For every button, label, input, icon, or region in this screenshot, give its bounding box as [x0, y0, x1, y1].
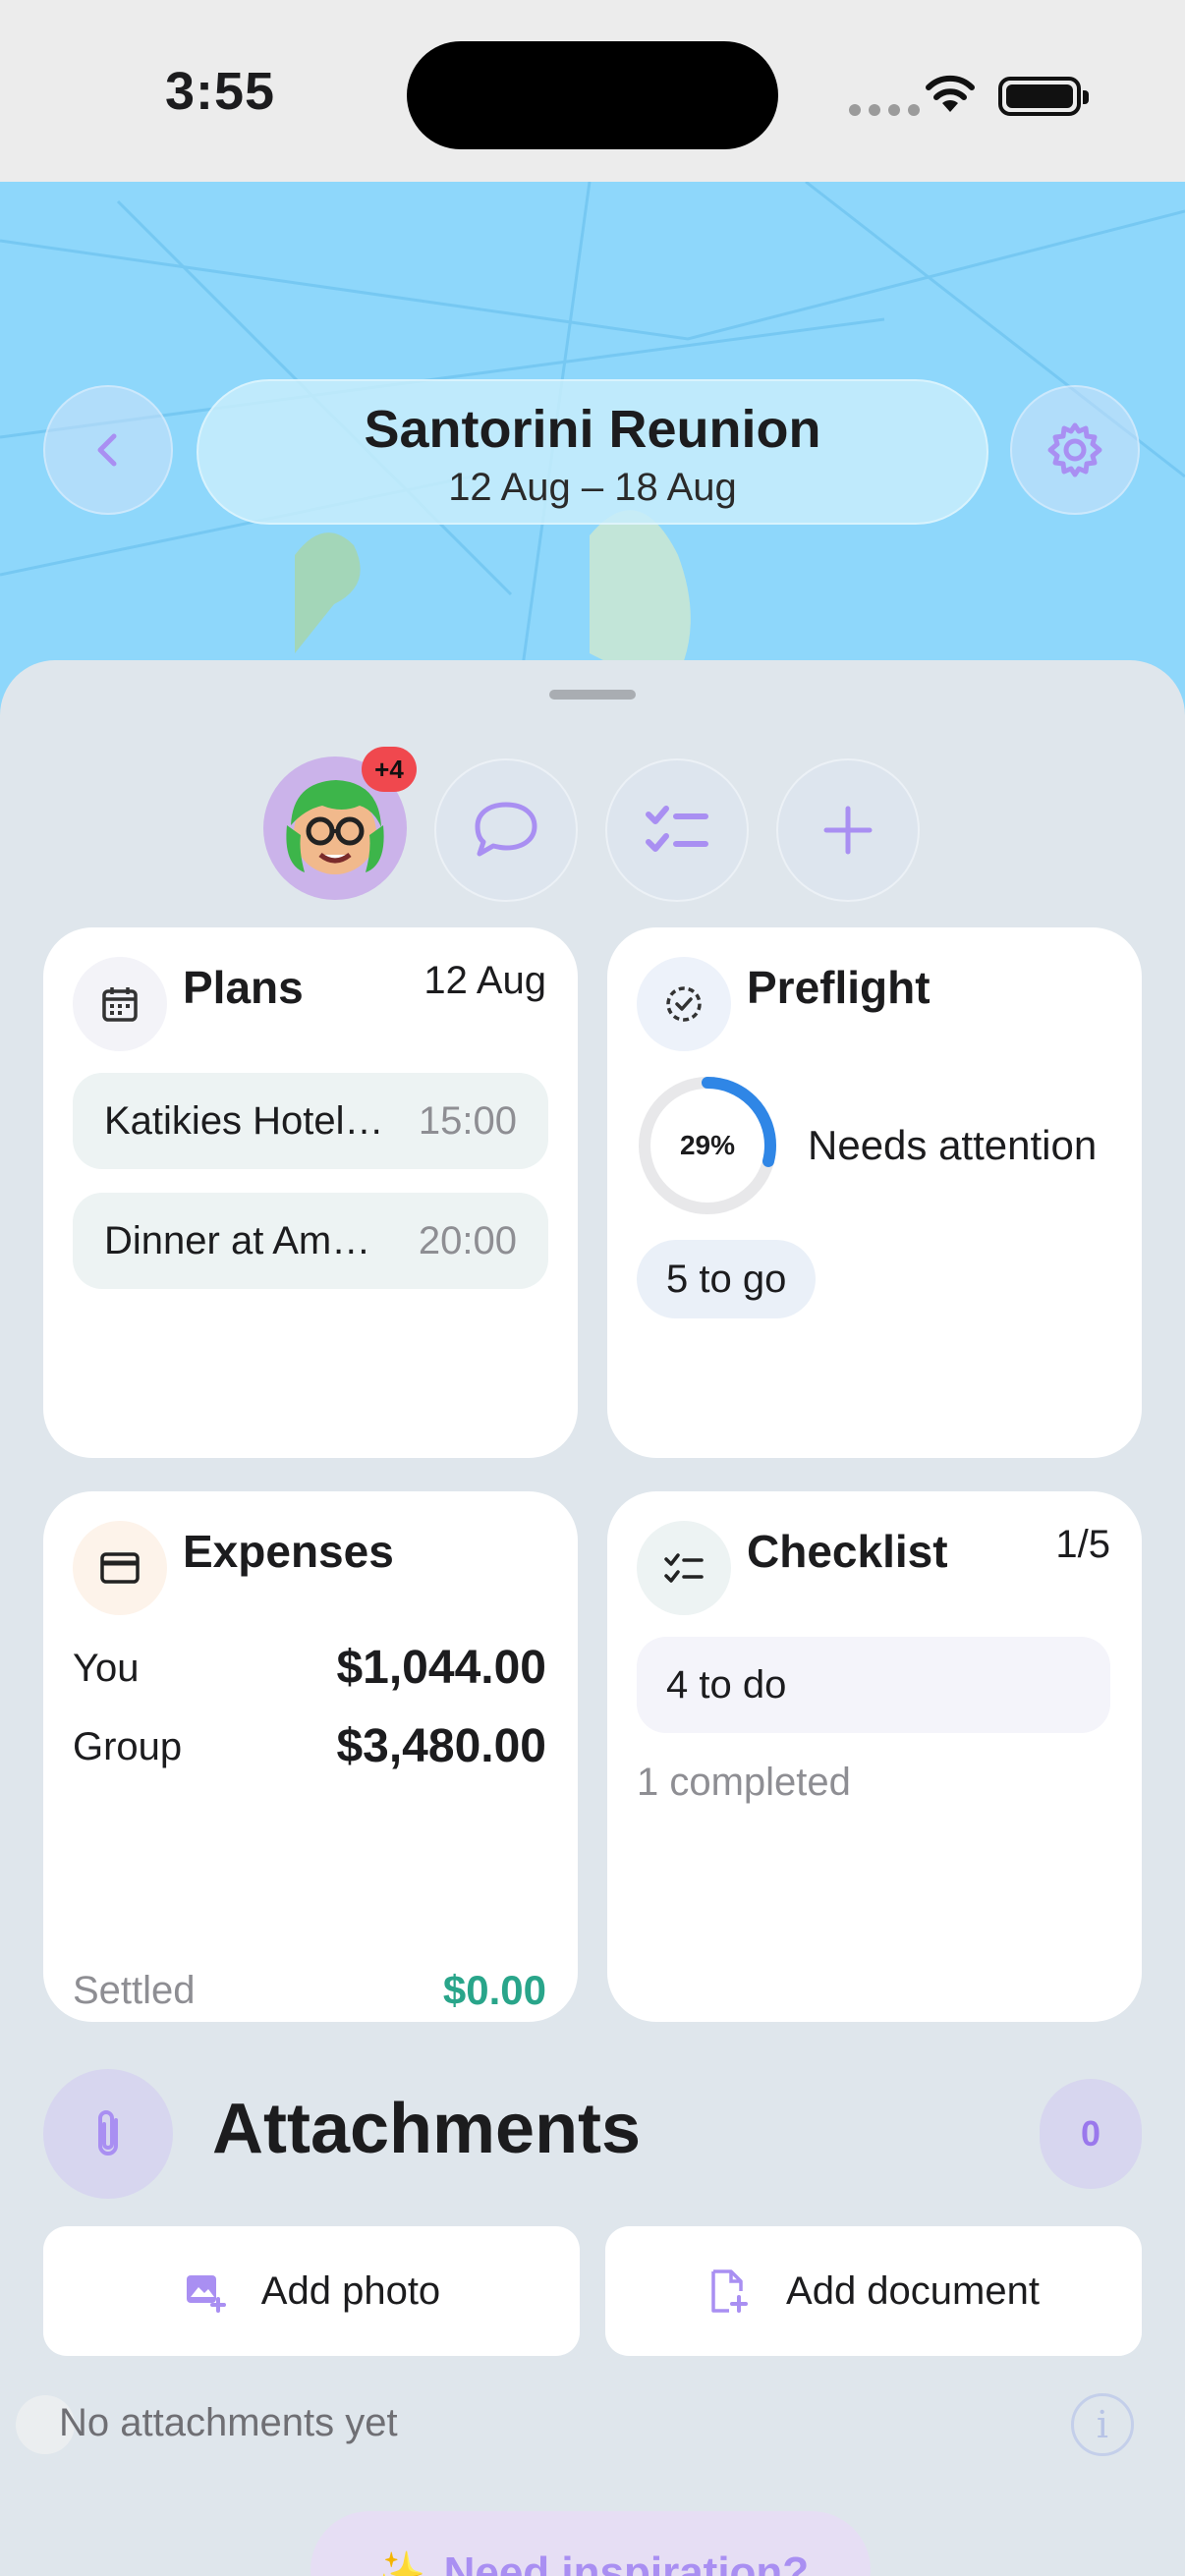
trip-dates: 12 Aug – 18 Aug — [448, 466, 737, 509]
inspiration-button[interactable]: ✨ Need inspiration? — [310, 2511, 871, 2576]
plans-title: Plans — [183, 962, 304, 1013]
status-bar: 3:55 — [0, 0, 1185, 182]
chat-bubble-icon — [475, 802, 537, 857]
add-document-icon — [711, 2269, 749, 2313]
plans-card[interactable]: Plans 12 Aug Katikies Hotel… 15:00 Dinne… — [43, 927, 578, 1458]
checklist-todo[interactable]: 4 to do — [637, 1637, 1110, 1733]
checklist-title: Checklist — [747, 1526, 948, 1577]
plan-name: Katikies Hotel… — [104, 1098, 384, 1143]
expenses-group-value: $3,480.00 — [336, 1720, 546, 1772]
members-count-badge: +4 — [362, 747, 417, 792]
plan-item[interactable]: Dinner at Am… 20:00 — [73, 1193, 548, 1289]
preflight-status: Needs attention — [808, 1122, 1098, 1168]
expenses-group-label: Group — [73, 1725, 183, 1768]
attachments-count: 0 — [1040, 2079, 1142, 2189]
chevron-left-icon — [97, 433, 117, 467]
add-photo-label: Add photo — [260, 2268, 441, 2313]
checklist-icon — [646, 806, 708, 852]
sparkles-icon: ✨ — [371, 2550, 426, 2576]
add-photo-button[interactable]: Add photo — [43, 2226, 580, 2356]
sheet-grabber[interactable] — [549, 690, 636, 700]
preflight-remaining-chip: 5 to go — [637, 1240, 817, 1318]
checklist-card-icon — [637, 1521, 731, 1615]
back-button[interactable] — [43, 385, 173, 515]
preflight-percent: 29% — [679, 1130, 736, 1160]
plans-date: 12 Aug — [423, 959, 546, 1002]
info-icon[interactable]: i — [1071, 2393, 1134, 2456]
expenses-settled-value: $0.00 — [442, 1967, 546, 2013]
plan-name: Dinner at Am… — [104, 1218, 371, 1262]
credit-card-icon — [73, 1521, 167, 1615]
chat-button[interactable] — [434, 758, 578, 902]
checklist-completed: 1 completed — [637, 1761, 851, 1804]
attachments-title: Attachments — [212, 2090, 642, 2168]
signal-dots-icon — [849, 104, 920, 116]
add-button[interactable] — [776, 758, 920, 902]
plan-time: 15:00 — [418, 1098, 517, 1143]
battery-icon — [998, 77, 1089, 116]
attachments-empty-text: No attachments yet — [59, 2401, 398, 2444]
checklist-card[interactable]: Checklist 1/5 4 to do 1 completed — [607, 1491, 1142, 2022]
trip-title-pill[interactable]: Santorini Reunion 12 Aug – 18 Aug — [197, 379, 988, 525]
preflight-title: Preflight — [747, 962, 931, 1013]
trip-title: Santorini Reunion — [364, 400, 821, 459]
add-document-label: Add document — [786, 2268, 1040, 2313]
paperclip-icon — [43, 2069, 173, 2199]
expenses-title: Expenses — [183, 1526, 394, 1577]
plan-time: 20:00 — [418, 1218, 517, 1262]
plan-item[interactable]: Katikies Hotel… 15:00 — [73, 1073, 548, 1169]
checklist-count: 1/5 — [1055, 1523, 1110, 1566]
status-time: 3:55 — [165, 62, 276, 121]
inspiration-label: Need inspiration? — [443, 2548, 810, 2576]
add-document-button[interactable]: Add document — [605, 2226, 1142, 2356]
calendar-icon — [73, 957, 167, 1051]
expenses-settled-label: Settled — [73, 1969, 196, 2012]
wifi-icon — [926, 75, 975, 112]
checklist-button[interactable] — [605, 758, 749, 902]
settings-button[interactable] — [1010, 385, 1140, 515]
expenses-you-value: $1,044.00 — [336, 1642, 546, 1694]
dynamic-island — [407, 41, 778, 149]
expenses-you-label: You — [73, 1647, 140, 1690]
add-photo-icon — [186, 2275, 226, 2313]
gear-icon — [1047, 422, 1102, 477]
preflight-card[interactable]: Preflight 29% Needs attention 5 to go — [607, 927, 1142, 1458]
expenses-card[interactable]: Expenses You $1,044.00 Group $3,480.00 S… — [43, 1491, 578, 2022]
progress-check-icon — [637, 957, 731, 1051]
plus-icon — [823, 806, 873, 855]
